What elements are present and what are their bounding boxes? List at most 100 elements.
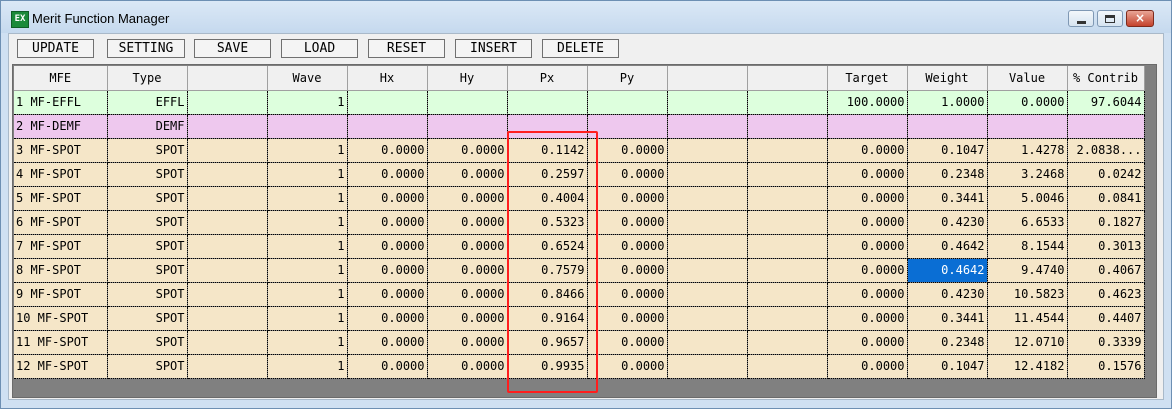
weight-cell[interactable]: 0.1047 (907, 138, 988, 163)
contrib-cell[interactable]: 0.3339 (1067, 330, 1145, 355)
blank1-cell[interactable] (187, 162, 268, 187)
type-cell[interactable]: DEMF (107, 114, 188, 139)
px-header[interactable]: Px (507, 66, 588, 91)
wave-cell[interactable]: 1 (267, 162, 348, 187)
type-cell[interactable]: SPOT (107, 186, 188, 211)
target-cell[interactable] (827, 114, 908, 139)
mfe-cell[interactable]: 7 MF-SPOT (14, 234, 108, 259)
type-cell[interactable]: EFFL (107, 90, 188, 115)
blank2-cell[interactable] (667, 258, 748, 283)
py-cell[interactable]: 0.0000 (587, 306, 668, 331)
mfe-cell[interactable]: 5 MF-SPOT (14, 186, 108, 211)
weight-cell[interactable]: 0.4642 (907, 258, 988, 283)
contrib-header[interactable]: % Contrib (1067, 66, 1145, 91)
value-cell[interactable] (987, 114, 1068, 139)
blank1-cell[interactable] (187, 258, 268, 283)
hx-cell[interactable]: 0.0000 (347, 138, 428, 163)
px-cell[interactable] (507, 90, 588, 115)
target-cell[interactable]: 0.0000 (827, 210, 908, 235)
blank2-cell[interactable] (667, 306, 748, 331)
blank2-cell[interactable] (667, 282, 748, 307)
px-cell[interactable]: 0.9164 (507, 306, 588, 331)
wave-header[interactable]: Wave (267, 66, 348, 91)
wave-cell[interactable]: 1 (267, 306, 348, 331)
blank1-cell[interactable] (187, 282, 268, 307)
blank2-cell[interactable] (667, 330, 748, 355)
hx-cell[interactable]: 0.0000 (347, 258, 428, 283)
hx-cell[interactable]: 0.0000 (347, 282, 428, 307)
wave-cell[interactable]: 1 (267, 354, 348, 379)
mfe-cell[interactable]: 11 MF-SPOT (14, 330, 108, 355)
hy-cell[interactable]: 0.0000 (427, 354, 508, 379)
reset-button[interactable]: RESET (368, 39, 445, 58)
mfe-header[interactable]: MFE (14, 66, 108, 91)
value-cell[interactable]: 12.0710 (987, 330, 1068, 355)
py-cell[interactable]: 0.0000 (587, 258, 668, 283)
px-cell[interactable]: 0.7579 (507, 258, 588, 283)
value-cell[interactable]: 9.4740 (987, 258, 1068, 283)
target-cell[interactable]: 0.0000 (827, 330, 908, 355)
weight-cell[interactable]: 0.4230 (907, 282, 988, 307)
weight-cell[interactable]: 0.3441 (907, 306, 988, 331)
delete-button[interactable]: DELETE (542, 39, 619, 58)
wave-cell[interactable]: 1 (267, 210, 348, 235)
blank3-cell[interactable] (747, 234, 828, 259)
target-cell[interactable]: 0.0000 (827, 258, 908, 283)
target-cell[interactable]: 0.0000 (827, 162, 908, 187)
mfe-cell[interactable]: 3 MF-SPOT (14, 138, 108, 163)
blank3-cell[interactable] (747, 210, 828, 235)
py-cell[interactable] (587, 114, 668, 139)
type-cell[interactable]: SPOT (107, 162, 188, 187)
mfe-cell[interactable]: 2 MF-DEMF (14, 114, 108, 139)
contrib-cell[interactable]: 0.1576 (1067, 354, 1145, 379)
blank3-cell[interactable] (747, 306, 828, 331)
blank1-cell[interactable] (187, 138, 268, 163)
px-cell[interactable]: 0.5323 (507, 210, 588, 235)
blank1-cell[interactable] (187, 234, 268, 259)
blank3-cell[interactable] (747, 186, 828, 211)
blank1-cell[interactable] (187, 330, 268, 355)
py-cell[interactable]: 0.0000 (587, 138, 668, 163)
value-cell[interactable]: 3.2468 (987, 162, 1068, 187)
type-cell[interactable]: SPOT (107, 282, 188, 307)
hx-cell[interactable]: 0.0000 (347, 186, 428, 211)
target-cell[interactable]: 0.0000 (827, 186, 908, 211)
minimize-button[interactable] (1068, 10, 1094, 27)
value-cell[interactable]: 5.0046 (987, 186, 1068, 211)
hy-cell[interactable]: 0.0000 (427, 138, 508, 163)
blank2-cell[interactable] (667, 354, 748, 379)
target-cell[interactable]: 0.0000 (827, 354, 908, 379)
blank2-cell[interactable] (667, 90, 748, 115)
px-cell[interactable] (507, 114, 588, 139)
mfe-cell[interactable]: 4 MF-SPOT (14, 162, 108, 187)
type-cell[interactable]: SPOT (107, 306, 188, 331)
weight-cell[interactable]: 1.0000 (907, 90, 988, 115)
hy-cell[interactable]: 0.0000 (427, 282, 508, 307)
blank1-cell[interactable] (187, 354, 268, 379)
contrib-cell[interactable]: 0.4067 (1067, 258, 1145, 283)
insert-button[interactable]: INSERT (455, 39, 532, 58)
py-cell[interactable]: 0.0000 (587, 210, 668, 235)
mfe-cell[interactable]: 8 MF-SPOT (14, 258, 108, 283)
py-cell[interactable]: 0.0000 (587, 186, 668, 211)
hy-cell[interactable]: 0.0000 (427, 306, 508, 331)
load-button[interactable]: LOAD (281, 39, 358, 58)
mfe-cell[interactable]: 12 MF-SPOT (14, 354, 108, 379)
hx-cell[interactable]: 0.0000 (347, 210, 428, 235)
close-button[interactable]: × (1126, 10, 1154, 27)
mfe-cell[interactable]: 10 MF-SPOT (14, 306, 108, 331)
hy-cell[interactable]: 0.0000 (427, 234, 508, 259)
update-button[interactable]: UPDATE (17, 39, 94, 58)
blank1-cell[interactable] (187, 306, 268, 331)
hy-cell[interactable]: 0.0000 (427, 186, 508, 211)
blank-header-2[interactable] (667, 66, 748, 91)
value-cell[interactable]: 6.6533 (987, 210, 1068, 235)
wave-cell[interactable]: 1 (267, 330, 348, 355)
blank-header-1[interactable] (187, 66, 268, 91)
blank1-cell[interactable] (187, 186, 268, 211)
hy-cell[interactable] (427, 114, 508, 139)
weight-header[interactable]: Weight (907, 66, 988, 91)
save-button[interactable]: SAVE (194, 39, 271, 58)
wave-cell[interactable]: 1 (267, 258, 348, 283)
value-cell[interactable]: 8.1544 (987, 234, 1068, 259)
